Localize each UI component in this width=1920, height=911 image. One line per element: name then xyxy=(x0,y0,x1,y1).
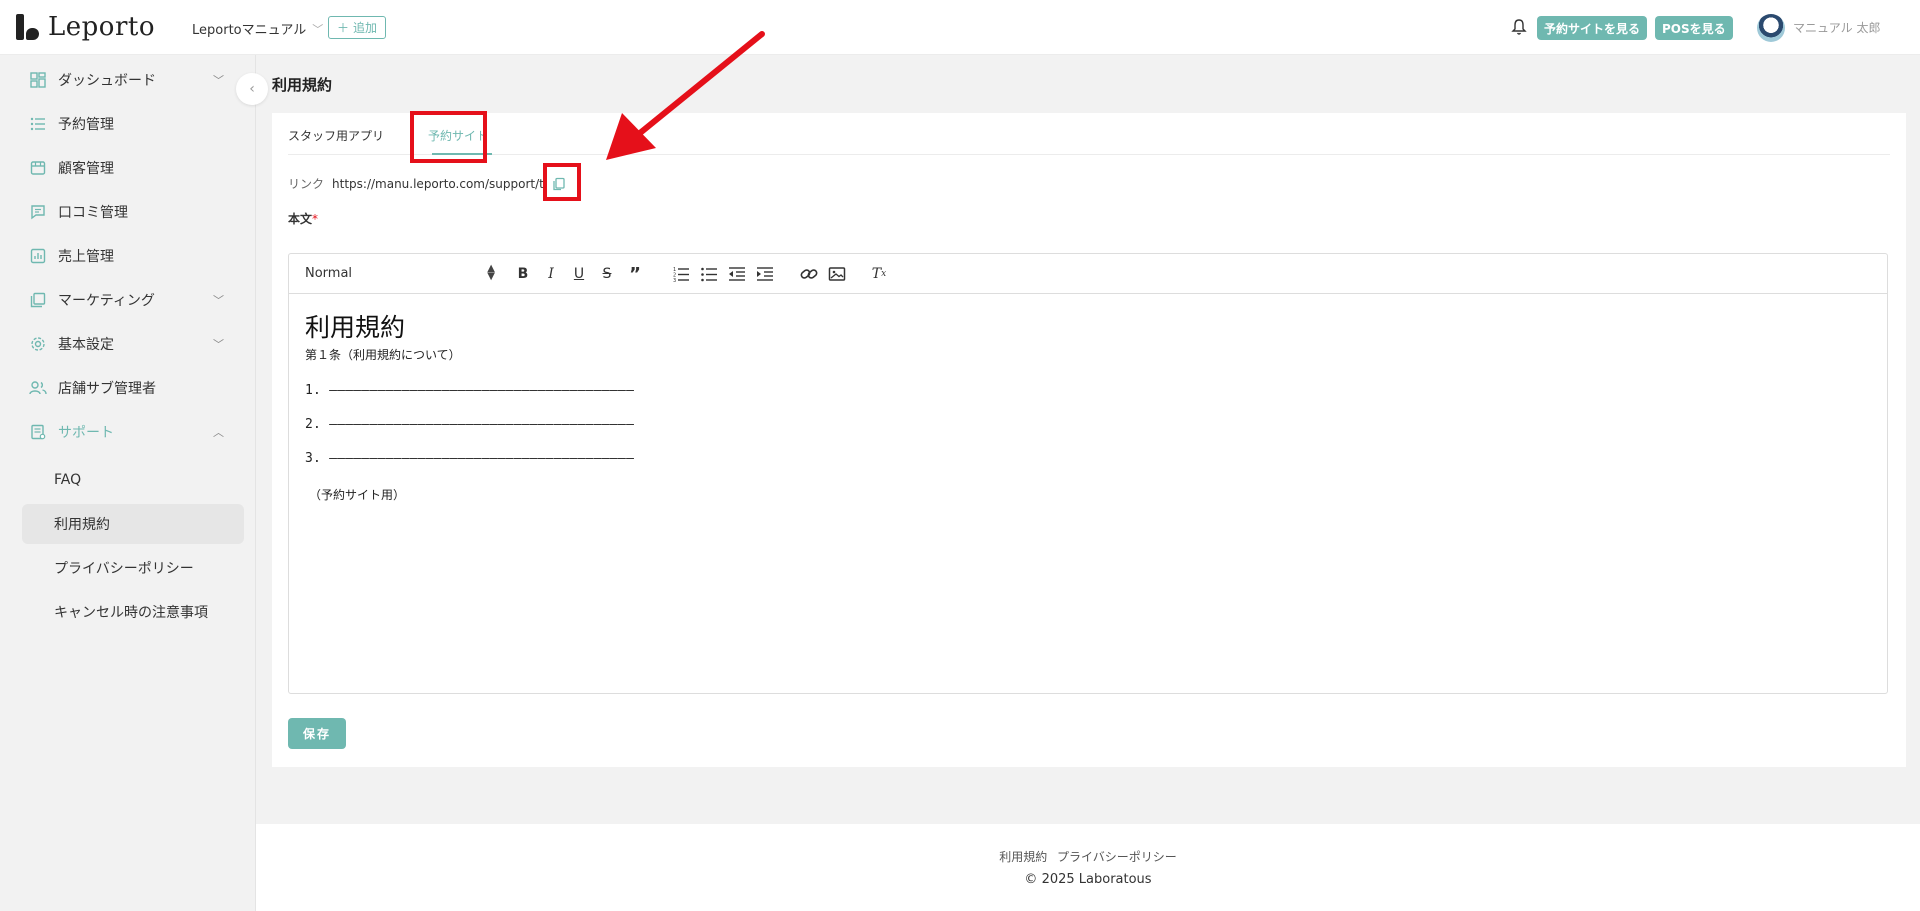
sidebar-item-label: 基本設定 xyxy=(58,337,114,353)
indent-icon[interactable] xyxy=(755,264,775,284)
required-mark: * xyxy=(312,212,319,226)
document-article: 第１条（利用規約について） xyxy=(305,348,461,362)
sidebar-item-dashboard[interactable]: ダッシュボード ﹀ xyxy=(22,62,244,98)
document-note: （予約サイト用） xyxy=(309,488,406,502)
plus-icon: ＋ xyxy=(337,21,350,35)
chevron-up-icon: ︿ xyxy=(213,426,224,439)
bold-icon[interactable]: B xyxy=(513,264,533,284)
view-booking-site-button[interactable]: 予約サイトを見る xyxy=(1537,16,1648,40)
bar-chart-icon xyxy=(28,246,48,266)
format-select-value: Normal xyxy=(305,266,353,281)
sidebar-item-label: ダッシュボード xyxy=(58,73,156,89)
add-button-label: 追加 xyxy=(353,21,378,35)
body-label-text: 本文 xyxy=(288,212,313,226)
list-icon xyxy=(28,114,48,134)
select-arrows-icon: ▲ ▼ xyxy=(487,263,495,282)
bullet-list-icon[interactable] xyxy=(699,264,719,284)
chevron-left-icon: ‹ xyxy=(249,81,255,97)
bell-icon[interactable] xyxy=(1511,18,1527,36)
sidebar-item-sales[interactable]: 売上管理 xyxy=(22,238,244,274)
sidebar-sub-privacy[interactable]: プライバシーポリシー xyxy=(22,548,244,588)
user-name[interactable]: マニュアル 太郎 xyxy=(1793,19,1880,36)
tab-staff-app[interactable]: スタッフ用アプリ xyxy=(288,127,384,144)
outdent-icon[interactable] xyxy=(727,264,747,284)
annotation-box-tab xyxy=(410,111,487,163)
dashboard-icon xyxy=(28,70,48,90)
document-line: 2. ―――――――――――――――――――――――――――――――――――――… xyxy=(305,417,635,432)
sidebar-sub-cancel-notes[interactable]: キャンセル時の注意事項 xyxy=(22,592,244,632)
sidebar: ダッシュボード ﹀ 予約管理 顧客管理 口コミ管理 売上管理 マーケティング ﹀ xyxy=(0,55,256,911)
sidebar-item-label: サポート xyxy=(58,425,114,441)
copyright: © 2025 Laboratous xyxy=(256,872,1920,887)
svg-text:3: 3 xyxy=(673,278,676,284)
users-icon xyxy=(28,378,48,398)
tab-bar: スタッフ用アプリ 予約サイト xyxy=(288,113,1890,155)
message-icon xyxy=(28,202,48,222)
chevron-down-icon: ﹀ xyxy=(213,74,224,87)
chevron-down-icon: ﹀ xyxy=(213,338,224,351)
view-pos-button[interactable]: POSを見る xyxy=(1655,16,1733,40)
save-button[interactable]: 保存 xyxy=(288,718,346,749)
sidebar-item-reservations[interactable]: 予約管理 xyxy=(22,106,244,142)
sidebar-sub-faq[interactable]: FAQ xyxy=(22,460,244,500)
editor-toolbar: Normal ▲ ▼ B I U S ” 123 Tx xyxy=(289,254,1887,294)
format-select[interactable]: Normal ▲ ▼ xyxy=(305,263,495,282)
sidebar-item-label: 口コミ管理 xyxy=(58,205,128,221)
logo[interactable]: Leporto xyxy=(16,12,155,42)
underline-icon[interactable]: U xyxy=(569,264,589,284)
rich-text-editor[interactable]: Normal ▲ ▼ B I U S ” 123 Tx 利用規約 第１条（利用規約… xyxy=(288,253,1888,694)
footer-link-terms[interactable]: 利用規約 xyxy=(999,850,1047,864)
chevron-down-icon: ﹀ xyxy=(312,22,324,36)
document-line: 1. ―――――――――――――――――――――――――――――――――――――… xyxy=(305,383,635,398)
sidebar-item-label: マーケティング xyxy=(58,293,155,309)
italic-icon[interactable]: I xyxy=(541,264,561,284)
footer-link-privacy[interactable]: プライバシーポリシー xyxy=(1057,850,1177,864)
strikethrough-icon[interactable]: S xyxy=(597,264,617,284)
image-icon[interactable] xyxy=(827,264,847,284)
document-line: 3. ―――――――――――――――――――――――――――――――――――――… xyxy=(305,451,635,466)
layers-icon xyxy=(28,290,48,310)
annotation-box-copy xyxy=(543,163,581,201)
link-row: リンク https://manu.leporto.com/support/ter… xyxy=(288,175,566,192)
sidebar-item-sub-admins[interactable]: 店舗サブ管理者 xyxy=(22,370,244,406)
page-title: 利用規約 xyxy=(272,76,333,94)
sidebar-item-reviews[interactable]: 口コミ管理 xyxy=(22,194,244,230)
sidebar-item-label: 顧客管理 xyxy=(58,161,114,177)
chevron-down-icon: ﹀ xyxy=(213,294,224,307)
sidebar-item-support[interactable]: サポート ︿ xyxy=(22,414,244,450)
ordered-list-icon[interactable]: 123 xyxy=(671,264,691,284)
gear-icon xyxy=(28,334,48,354)
link-icon[interactable] xyxy=(799,264,819,284)
page-footer: 利用規約 プライバシーポリシー © 2025 Laboratous xyxy=(256,824,1920,911)
sidebar-item-settings[interactable]: 基本設定 ﹀ xyxy=(22,326,244,362)
link-url[interactable]: https://manu.leporto.com/support/terms xyxy=(332,177,544,191)
blockquote-icon[interactable]: ” xyxy=(625,264,645,285)
sidebar-sub-terms[interactable]: 利用規約 xyxy=(22,504,244,544)
footer-links: 利用規約 プライバシーポリシー xyxy=(256,848,1920,865)
add-button[interactable]: ＋ 追加 xyxy=(328,16,387,39)
clear-format-icon[interactable]: Tx xyxy=(869,264,889,284)
sidebar-item-marketing[interactable]: マーケティング ﹀ xyxy=(22,282,244,318)
logo-text: Leporto xyxy=(48,12,155,42)
sidebar-item-customers[interactable]: 顧客管理 xyxy=(22,150,244,186)
copyright-icon: © xyxy=(1024,872,1038,887)
sidebar-item-label: 店舗サブ管理者 xyxy=(58,381,156,397)
top-header: Leporto Leportoマニュアル ﹀ ＋ 追加 予約サイトを見る POS… xyxy=(0,0,1920,55)
sidebar-item-label: 予約管理 xyxy=(58,117,114,133)
terms-card: スタッフ用アプリ 予約サイト リンク https://manu.leporto.… xyxy=(272,113,1906,767)
link-label: リンク xyxy=(288,177,325,191)
store-name: Leportoマニュアル xyxy=(192,23,307,38)
store-icon xyxy=(28,158,48,178)
editor-content[interactable]: 利用規約 第１条（利用規約について） 1. ――――――――――――――――――… xyxy=(289,294,1887,517)
logo-mark-icon xyxy=(16,14,40,40)
sidebar-item-label: 売上管理 xyxy=(58,249,114,265)
body-label: 本文* xyxy=(288,210,318,227)
copyright-text: 2025 Laboratous xyxy=(1041,872,1152,887)
document-icon xyxy=(28,422,48,442)
collapse-sidebar-button[interactable]: ‹ xyxy=(236,73,268,105)
store-selector[interactable]: Leportoマニュアル ﹀ xyxy=(192,19,324,39)
avatar[interactable] xyxy=(1757,14,1785,42)
document-heading: 利用規約 xyxy=(305,313,406,342)
